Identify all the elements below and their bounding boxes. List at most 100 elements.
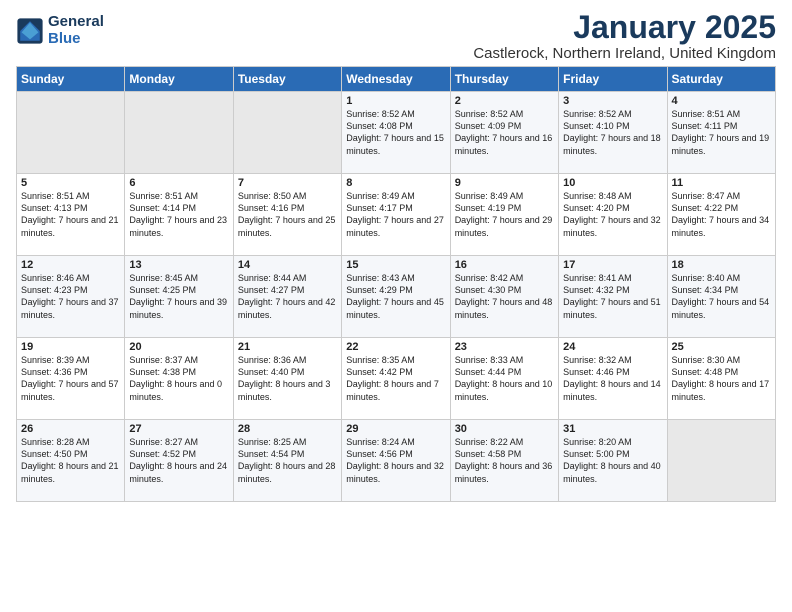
day-cell: 8Sunrise: 8:49 AMSunset: 4:17 PMDaylight… [342, 174, 450, 256]
day-info: Sunrise: 8:35 AMSunset: 4:42 PMDaylight:… [346, 354, 445, 403]
day-number: 19 [21, 341, 120, 353]
day-info: Sunrise: 8:33 AMSunset: 4:44 PMDaylight:… [455, 354, 554, 403]
day-number: 31 [563, 423, 662, 435]
day-cell: 15Sunrise: 8:43 AMSunset: 4:29 PMDayligh… [342, 256, 450, 338]
day-cell: 16Sunrise: 8:42 AMSunset: 4:30 PMDayligh… [450, 256, 558, 338]
week-row-2: 12Sunrise: 8:46 AMSunset: 4:23 PMDayligh… [17, 256, 776, 338]
day-cell [17, 92, 125, 174]
calendar-header-row: SundayMondayTuesdayWednesdayThursdayFrid… [17, 67, 776, 92]
day-number: 28 [238, 423, 337, 435]
week-row-4: 26Sunrise: 8:28 AMSunset: 4:50 PMDayligh… [17, 420, 776, 502]
day-cell: 20Sunrise: 8:37 AMSunset: 4:38 PMDayligh… [125, 338, 233, 420]
day-header-wednesday: Wednesday [342, 67, 450, 92]
day-number: 22 [346, 341, 445, 353]
day-cell: 10Sunrise: 8:48 AMSunset: 4:20 PMDayligh… [559, 174, 667, 256]
day-info: Sunrise: 8:42 AMSunset: 4:30 PMDaylight:… [455, 272, 554, 321]
day-cell: 28Sunrise: 8:25 AMSunset: 4:54 PMDayligh… [233, 420, 341, 502]
day-cell: 29Sunrise: 8:24 AMSunset: 4:56 PMDayligh… [342, 420, 450, 502]
day-cell: 14Sunrise: 8:44 AMSunset: 4:27 PMDayligh… [233, 256, 341, 338]
day-cell: 27Sunrise: 8:27 AMSunset: 4:52 PMDayligh… [125, 420, 233, 502]
day-info: Sunrise: 8:52 AMSunset: 4:09 PMDaylight:… [455, 108, 554, 157]
day-cell [667, 420, 775, 502]
day-info: Sunrise: 8:51 AMSunset: 4:13 PMDaylight:… [21, 190, 120, 239]
day-number: 5 [21, 177, 120, 189]
day-cell: 9Sunrise: 8:49 AMSunset: 4:19 PMDaylight… [450, 174, 558, 256]
day-info: Sunrise: 8:50 AMSunset: 4:16 PMDaylight:… [238, 190, 337, 239]
day-header-saturday: Saturday [667, 67, 775, 92]
day-number: 2 [455, 95, 554, 107]
logo-icon [16, 17, 44, 45]
day-cell: 19Sunrise: 8:39 AMSunset: 4:36 PMDayligh… [17, 338, 125, 420]
day-info: Sunrise: 8:49 AMSunset: 4:17 PMDaylight:… [346, 190, 445, 239]
calendar-table: SundayMondayTuesdayWednesdayThursdayFrid… [16, 66, 776, 502]
day-number: 9 [455, 177, 554, 189]
day-number: 16 [455, 259, 554, 271]
day-info: Sunrise: 8:52 AMSunset: 4:08 PMDaylight:… [346, 108, 445, 157]
day-info: Sunrise: 8:30 AMSunset: 4:48 PMDaylight:… [672, 354, 771, 403]
day-info: Sunrise: 8:28 AMSunset: 4:50 PMDaylight:… [21, 436, 120, 485]
day-cell [125, 92, 233, 174]
day-number: 4 [672, 95, 771, 107]
day-info: Sunrise: 8:40 AMSunset: 4:34 PMDaylight:… [672, 272, 771, 321]
month-title: January 2025 [473, 10, 776, 45]
day-info: Sunrise: 8:36 AMSunset: 4:40 PMDaylight:… [238, 354, 337, 403]
day-number: 24 [563, 341, 662, 353]
day-number: 29 [346, 423, 445, 435]
day-info: Sunrise: 8:49 AMSunset: 4:19 PMDaylight:… [455, 190, 554, 239]
week-row-0: 1Sunrise: 8:52 AMSunset: 4:08 PMDaylight… [17, 92, 776, 174]
title-block: January 2025 Castlerock, Northern Irelan… [473, 10, 776, 62]
day-number: 11 [672, 177, 771, 189]
week-row-3: 19Sunrise: 8:39 AMSunset: 4:36 PMDayligh… [17, 338, 776, 420]
day-info: Sunrise: 8:25 AMSunset: 4:54 PMDaylight:… [238, 436, 337, 485]
day-info: Sunrise: 8:24 AMSunset: 4:56 PMDaylight:… [346, 436, 445, 485]
location-subtitle: Castlerock, Northern Ireland, United Kin… [473, 45, 776, 62]
page-container: General Blue January 2025 Castlerock, No… [0, 0, 792, 512]
day-number: 15 [346, 259, 445, 271]
day-cell: 12Sunrise: 8:46 AMSunset: 4:23 PMDayligh… [17, 256, 125, 338]
day-info: Sunrise: 8:22 AMSunset: 4:58 PMDaylight:… [455, 436, 554, 485]
day-cell: 26Sunrise: 8:28 AMSunset: 4:50 PMDayligh… [17, 420, 125, 502]
day-number: 3 [563, 95, 662, 107]
day-info: Sunrise: 8:51 AMSunset: 4:14 PMDaylight:… [129, 190, 228, 239]
day-number: 23 [455, 341, 554, 353]
day-header-thursday: Thursday [450, 67, 558, 92]
day-cell [233, 92, 341, 174]
day-info: Sunrise: 8:45 AMSunset: 4:25 PMDaylight:… [129, 272, 228, 321]
day-number: 8 [346, 177, 445, 189]
day-info: Sunrise: 8:47 AMSunset: 4:22 PMDaylight:… [672, 190, 771, 239]
day-cell: 1Sunrise: 8:52 AMSunset: 4:08 PMDaylight… [342, 92, 450, 174]
day-cell: 21Sunrise: 8:36 AMSunset: 4:40 PMDayligh… [233, 338, 341, 420]
day-header-monday: Monday [125, 67, 233, 92]
day-info: Sunrise: 8:39 AMSunset: 4:36 PMDaylight:… [21, 354, 120, 403]
day-number: 30 [455, 423, 554, 435]
day-number: 7 [238, 177, 337, 189]
day-number: 21 [238, 341, 337, 353]
day-info: Sunrise: 8:43 AMSunset: 4:29 PMDaylight:… [346, 272, 445, 321]
day-number: 18 [672, 259, 771, 271]
day-info: Sunrise: 8:32 AMSunset: 4:46 PMDaylight:… [563, 354, 662, 403]
day-cell: 3Sunrise: 8:52 AMSunset: 4:10 PMDaylight… [559, 92, 667, 174]
day-cell: 11Sunrise: 8:47 AMSunset: 4:22 PMDayligh… [667, 174, 775, 256]
day-number: 17 [563, 259, 662, 271]
day-number: 6 [129, 177, 228, 189]
day-cell: 6Sunrise: 8:51 AMSunset: 4:14 PMDaylight… [125, 174, 233, 256]
day-cell: 2Sunrise: 8:52 AMSunset: 4:09 PMDaylight… [450, 92, 558, 174]
day-number: 12 [21, 259, 120, 271]
day-cell: 22Sunrise: 8:35 AMSunset: 4:42 PMDayligh… [342, 338, 450, 420]
day-info: Sunrise: 8:48 AMSunset: 4:20 PMDaylight:… [563, 190, 662, 239]
day-cell: 25Sunrise: 8:30 AMSunset: 4:48 PMDayligh… [667, 338, 775, 420]
day-cell: 7Sunrise: 8:50 AMSunset: 4:16 PMDaylight… [233, 174, 341, 256]
day-cell: 30Sunrise: 8:22 AMSunset: 4:58 PMDayligh… [450, 420, 558, 502]
week-row-1: 5Sunrise: 8:51 AMSunset: 4:13 PMDaylight… [17, 174, 776, 256]
day-info: Sunrise: 8:27 AMSunset: 4:52 PMDaylight:… [129, 436, 228, 485]
day-info: Sunrise: 8:46 AMSunset: 4:23 PMDaylight:… [21, 272, 120, 321]
day-info: Sunrise: 8:20 AMSunset: 5:00 PMDaylight:… [563, 436, 662, 485]
day-cell: 18Sunrise: 8:40 AMSunset: 4:34 PMDayligh… [667, 256, 775, 338]
day-number: 26 [21, 423, 120, 435]
day-cell: 5Sunrise: 8:51 AMSunset: 4:13 PMDaylight… [17, 174, 125, 256]
day-number: 20 [129, 341, 228, 353]
day-cell: 23Sunrise: 8:33 AMSunset: 4:44 PMDayligh… [450, 338, 558, 420]
day-number: 27 [129, 423, 228, 435]
day-cell: 31Sunrise: 8:20 AMSunset: 5:00 PMDayligh… [559, 420, 667, 502]
day-info: Sunrise: 8:52 AMSunset: 4:10 PMDaylight:… [563, 108, 662, 157]
